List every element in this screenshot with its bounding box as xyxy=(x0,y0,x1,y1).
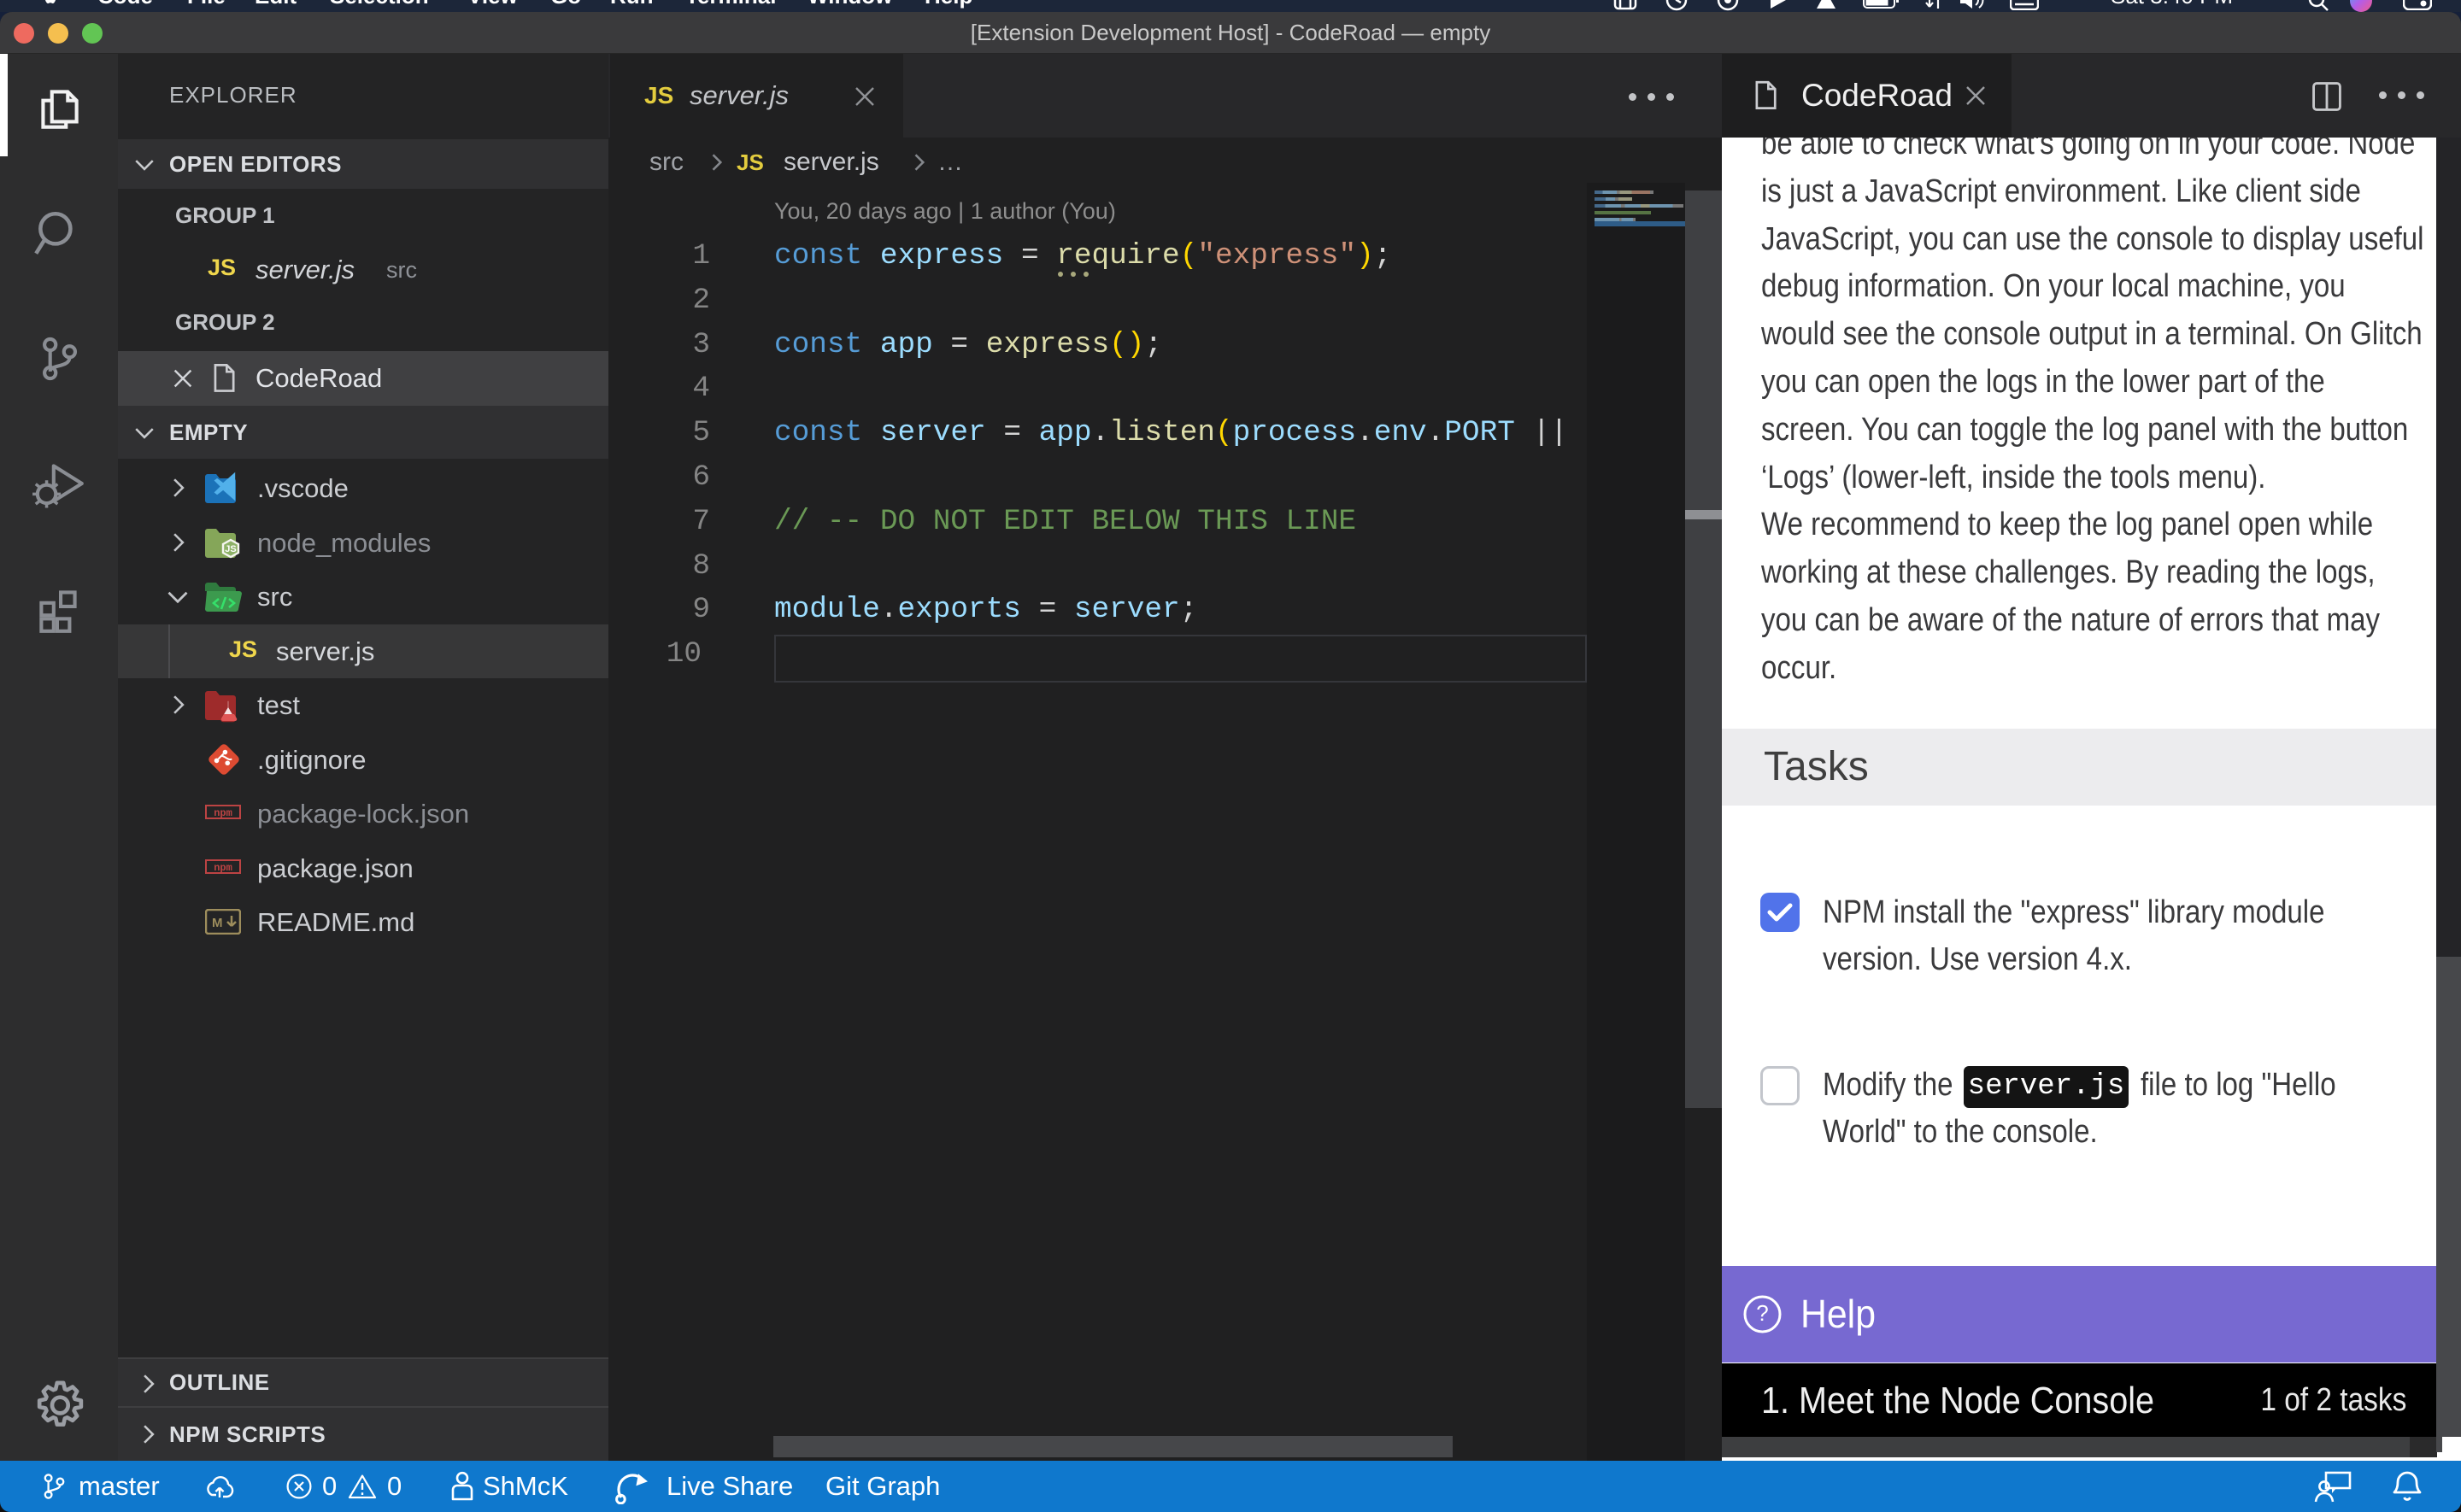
svg-text:?: ? xyxy=(1756,1300,1768,1326)
svg-text:npm: npm xyxy=(214,807,232,819)
svg-text:npm: npm xyxy=(214,862,232,874)
svg-text:JS: JS xyxy=(225,544,236,554)
svg-text:M: M xyxy=(212,916,223,930)
